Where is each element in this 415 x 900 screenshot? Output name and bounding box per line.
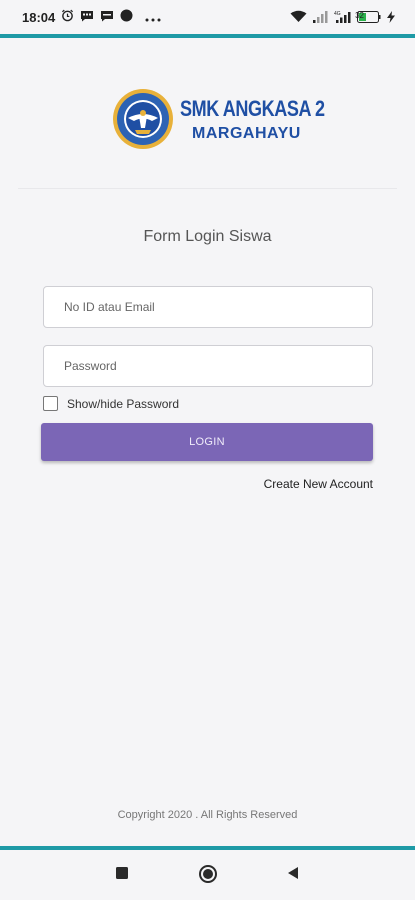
system-nav-bar xyxy=(0,850,415,900)
header-divider xyxy=(18,188,397,189)
more-icon xyxy=(145,10,161,25)
password-input[interactable] xyxy=(44,346,372,386)
email-field-container xyxy=(43,286,373,328)
school-emblem-icon xyxy=(112,88,174,150)
password-field-container xyxy=(43,345,373,387)
circle-icon xyxy=(120,9,133,25)
show-password-label: Show/hide Password xyxy=(67,396,180,411)
form-title: Form Login Siswa xyxy=(143,228,272,245)
status-bar: 18:04 4G 32 xyxy=(0,0,415,34)
school-name: SMK ANGKASA 2 xyxy=(180,96,325,121)
status-right: 4G 32 xyxy=(290,10,395,26)
school-logo: SMK ANGKASA 2 MARGAHAYU xyxy=(112,88,325,150)
status-time: 18:04 xyxy=(22,9,56,25)
back-icon[interactable] xyxy=(286,866,300,885)
recents-icon[interactable] xyxy=(115,866,129,885)
signal-4g-icon: 4G xyxy=(334,10,351,26)
signal-icon xyxy=(313,10,328,26)
battery-level: 32 xyxy=(355,11,364,20)
copyright-text: Copyright 2020 . All Rights Reserved xyxy=(117,809,298,821)
home-icon[interactable] xyxy=(198,864,218,889)
show-password-checkbox[interactable] xyxy=(43,396,58,411)
school-town: MARGAHAYU xyxy=(192,125,301,142)
show-password-toggle[interactable]: Show/hide Password xyxy=(43,396,179,411)
email-input[interactable] xyxy=(44,287,372,327)
svg-text:4G: 4G xyxy=(334,11,341,17)
charging-icon xyxy=(387,10,395,26)
alarm-icon xyxy=(61,9,74,25)
status-left: 18:04 xyxy=(22,9,161,25)
message-icon xyxy=(100,10,114,25)
top-accent-line xyxy=(0,34,415,38)
create-account-link[interactable]: Create New Account xyxy=(264,477,373,491)
message-icon xyxy=(80,10,94,25)
login-button[interactable]: LOGIN xyxy=(41,423,373,461)
wifi-icon xyxy=(290,10,307,26)
